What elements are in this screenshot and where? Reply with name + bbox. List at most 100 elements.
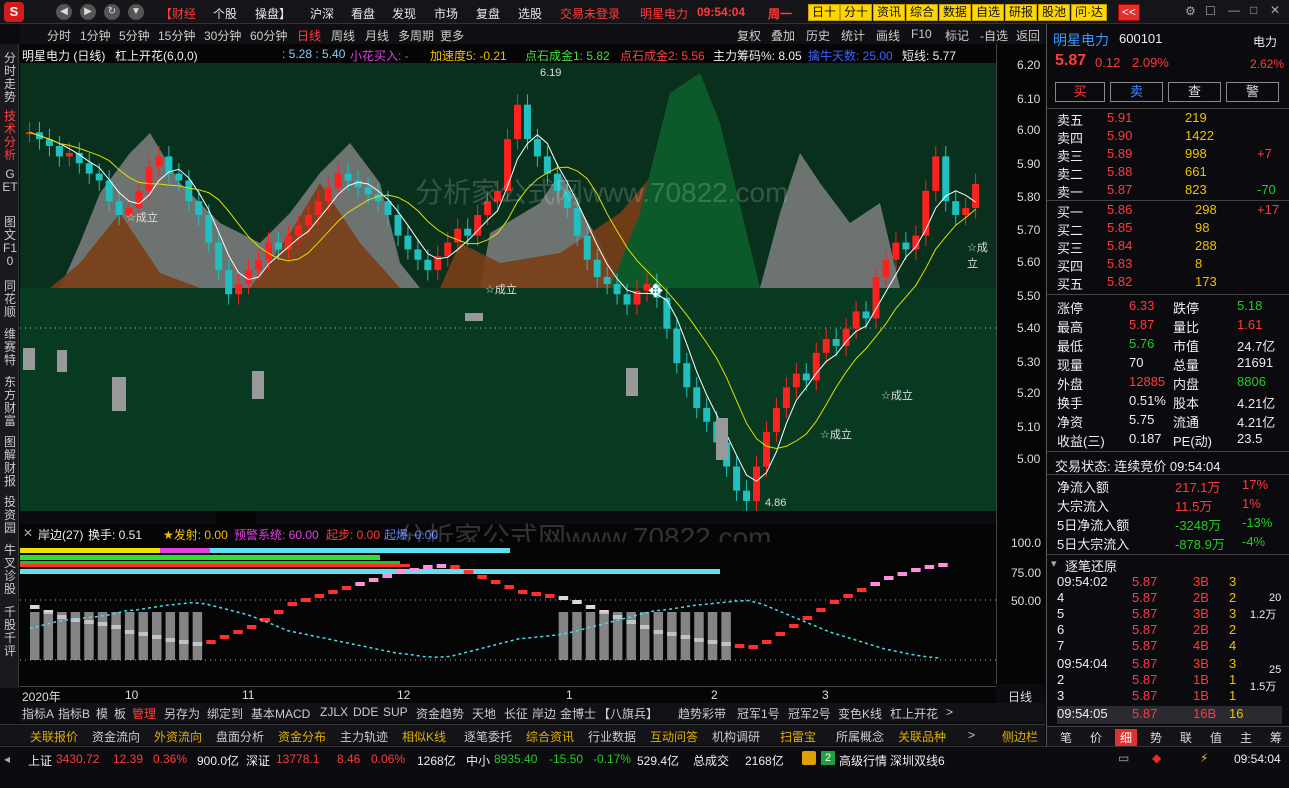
tab-touzi[interactable]: 投资园 [2, 496, 18, 535]
btn-shuju[interactable]: 数据 [939, 4, 972, 21]
tab-tujie[interactable]: 图解财报 [2, 436, 18, 488]
sub-name[interactable]: 岸边(27) [38, 526, 83, 543]
indicator-name[interactable]: 杠上开花(6,0,0) [115, 47, 198, 64]
panel-tab[interactable]: 筹 [1265, 729, 1287, 746]
bottom-tab[interactable]: 所属概念 [836, 728, 884, 745]
indicator-tab[interactable]: 模 [96, 705, 108, 722]
indicator-tab[interactable]: 另存为 [164, 705, 200, 722]
sh-name[interactable]: 上证 [28, 752, 52, 769]
maximize-icon[interactable]: □ [1250, 3, 1257, 17]
sub-indicator-chart[interactable] [20, 542, 996, 686]
refresh-icon[interactable]: ↻ [104, 4, 120, 20]
tab-jishu[interactable]: 技术分析 [2, 110, 18, 162]
btn-tongji[interactable]: 统计 [841, 27, 865, 44]
alert-button[interactable]: 警 [1226, 82, 1279, 102]
notice-icon[interactable] [802, 751, 816, 765]
bottom-more-icon[interactable]: > [968, 728, 975, 742]
indicator-tab[interactable]: 冠军1号 [737, 705, 780, 722]
btn-zixuan[interactable]: 自选 [972, 4, 1005, 21]
menu-gegu[interactable]: 个股 [213, 5, 237, 22]
sub-close-icon[interactable]: ✕ [23, 526, 33, 540]
bottom-tab[interactable]: 主力轨迹 [340, 728, 388, 745]
indicator-tab[interactable]: 长征 [504, 705, 528, 722]
indicator-tab[interactable]: 指标A [22, 705, 54, 722]
bottom-tab[interactable]: 关联品种 [898, 728, 946, 745]
alert-icon[interactable]: ◆ [1152, 751, 1161, 765]
bottom-tab[interactable]: 关联报价 [30, 728, 78, 745]
btn-fanhui[interactable]: 返回 [1016, 27, 1040, 44]
period-60min[interactable]: 60分钟 [250, 27, 287, 44]
btn-yanbao[interactable]: 研报 [1005, 4, 1038, 21]
panel-tab[interactable]: 势 [1145, 729, 1167, 746]
sidebar-toggle[interactable]: 侧边栏 [1002, 728, 1038, 745]
btn-zixuan2[interactable]: -自选 [980, 27, 1008, 44]
bottom-tab[interactable]: 扫雷宝 [780, 728, 816, 745]
tab-weisaite[interactable]: 维赛特 [2, 328, 18, 367]
period-15min[interactable]: 15分钟 [158, 27, 195, 44]
login-status[interactable]: 交易未登录 [560, 5, 620, 22]
btn-zixun[interactable]: 资讯 [873, 4, 906, 21]
panel-sector[interactable]: 电力 [1253, 33, 1277, 50]
bottom-tab[interactable]: 盘面分析 [216, 728, 264, 745]
btn-biaoji[interactable]: 标记 [945, 27, 969, 44]
period-1min[interactable]: 1分钟 [80, 27, 111, 44]
panel-tab[interactable]: 价 [1085, 729, 1107, 746]
btn-fuquan[interactable]: 复权 [737, 27, 761, 44]
indicator-tab[interactable]: 管理 [132, 705, 156, 722]
period-30min[interactable]: 30分钟 [204, 27, 241, 44]
bottom-tab[interactable]: 资金流向 [92, 728, 140, 745]
indicator-tab[interactable]: 变色K线 [838, 705, 882, 722]
btn-diejia[interactable]: 叠加 [771, 27, 795, 44]
indicator-tab[interactable]: 岸边 [532, 705, 556, 722]
btn-lishi[interactable]: 历史 [806, 27, 830, 44]
indicator-tab[interactable]: 杠上开花 [890, 705, 938, 722]
menu-caopan[interactable]: 操盘】 [255, 5, 291, 22]
indicator-tab[interactable]: 趋势彩带 [678, 705, 726, 722]
btn-zonghe[interactable]: 综合 [906, 4, 939, 21]
indicator-tab[interactable]: 板 [114, 705, 126, 722]
indicator-tab[interactable]: SUP [383, 705, 408, 719]
btn-wenda[interactable]: 问·达 [1071, 4, 1107, 21]
menu-fupan[interactable]: 复盘 [476, 5, 500, 22]
skin-icon[interactable]: ☐ [1205, 4, 1216, 18]
bottom-tab[interactable]: 行业数据 [588, 728, 636, 745]
menu-shichang[interactable]: 市场 [434, 5, 458, 22]
indicator-tab[interactable]: ZJLX [320, 705, 348, 719]
period-multi[interactable]: 多周期 [398, 27, 434, 44]
monitor-icon[interactable]: ▭ [1118, 751, 1129, 765]
indicator-tab[interactable]: 天地 [472, 705, 496, 722]
bottom-tab[interactable]: 逐笔委托 [464, 728, 512, 745]
period-monthly[interactable]: 月线 [365, 27, 389, 44]
indicator-tab[interactable]: 绑定到 [207, 705, 243, 722]
menu-hushen[interactable]: 沪深 [310, 5, 334, 22]
status-icon[interactable]: ◂ [4, 752, 10, 766]
query-button[interactable]: 查 [1168, 82, 1221, 102]
toolbar-more-icon[interactable]: > [946, 705, 953, 719]
menu-xuangu[interactable]: 选股 [518, 5, 542, 22]
minimize-icon[interactable]: — [1228, 3, 1240, 17]
btn-f10[interactable]: F10 [911, 27, 932, 41]
tab-tonghuashun[interactable]: 同花顺 [2, 280, 18, 319]
period-daily[interactable]: 日线 [297, 27, 321, 44]
tab-niucha[interactable]: 牛叉诊股 [2, 544, 18, 596]
btn-fenshi[interactable]: 分十 [840, 4, 873, 21]
menu-faxian[interactable]: 发现 [392, 5, 416, 22]
bottom-tab[interactable]: 外资流向 [154, 728, 202, 745]
zx-name[interactable]: 中小 [466, 752, 490, 769]
bottom-tab[interactable]: 互动问答 [650, 728, 698, 745]
panel-tab[interactable]: 笔 [1055, 729, 1077, 746]
btn-huaxian[interactable]: 画线 [876, 27, 900, 44]
collapse-button[interactable]: << [1118, 4, 1141, 21]
ticks-collapse-icon[interactable]: ▾ [1051, 557, 1057, 570]
badge[interactable]: 2 [821, 751, 835, 765]
period-fenshi[interactable]: 分时 [47, 27, 71, 44]
indicator-tab[interactable]: 金博士 [560, 705, 596, 722]
bottom-tab[interactable]: 相似K线 [402, 728, 446, 745]
buy-button[interactable]: 买 [1055, 82, 1105, 102]
indicator-tab[interactable]: 基本MACD [251, 705, 310, 722]
panel-tab[interactable]: 联 [1175, 729, 1197, 746]
indicator-tab[interactable]: DDE [353, 705, 378, 719]
indicator-tab[interactable]: 指标B [58, 705, 90, 722]
forward-icon[interactable]: ▶ [80, 4, 96, 20]
sz-name[interactable]: 深证 [246, 752, 270, 769]
